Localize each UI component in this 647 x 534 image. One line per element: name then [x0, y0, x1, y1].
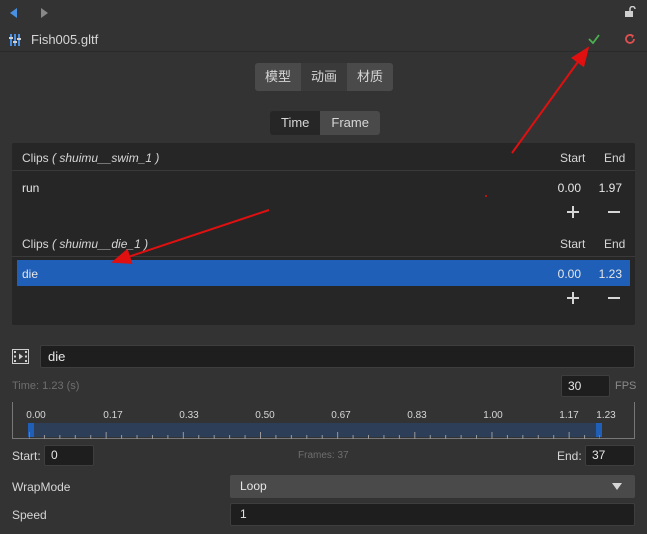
tab-model[interactable]: 模型 — [255, 63, 301, 91]
model-file-icon — [9, 34, 21, 46]
fps-input[interactable]: 30 — [561, 375, 610, 397]
clip-name: run — [22, 181, 40, 195]
timeline-tick-label: 0.33 — [179, 410, 199, 421]
timeline-tick-label: 0.17 — [103, 410, 123, 421]
remove-clip-button[interactable] — [606, 290, 622, 306]
timeline-tick-label: 1.23 — [596, 410, 616, 421]
add-clip-button[interactable] — [565, 204, 581, 220]
time-mode-toggle: Time Frame — [270, 111, 380, 135]
timeline-tick-label: 1.00 — [483, 410, 503, 421]
clip-name: die — [22, 267, 39, 281]
clip-start: 0.00 — [557, 181, 581, 195]
clip-row[interactable]: run 0.00 1.97 — [17, 174, 630, 200]
clip-end: 1.23 — [598, 267, 622, 281]
revert-icon[interactable] — [623, 32, 637, 46]
wrapmode-select[interactable]: Loop — [230, 475, 635, 498]
unlock-icon[interactable] — [624, 6, 636, 18]
timeline-tick-label: 0.67 — [331, 410, 351, 421]
end-column-header: End — [604, 151, 626, 165]
wrapmode-label: WrapMode — [12, 480, 71, 494]
timeline-tick-label: 0.83 — [407, 410, 427, 421]
clip-end: 1.97 — [598, 181, 622, 195]
clip-group-source: ( shuimu__swim_1 ) — [52, 151, 160, 165]
clip-name-input[interactable]: die — [40, 345, 635, 368]
remove-clip-button[interactable] — [606, 204, 622, 220]
annotation-arrow — [511, 46, 590, 154]
timeline-tick-label: 0.50 — [255, 410, 275, 421]
forward-arrow-icon[interactable] — [41, 8, 48, 18]
end-frame-label: End: — [557, 449, 582, 463]
clip-group-label: Clips — [22, 237, 49, 251]
clip-group-label: Clips — [22, 151, 49, 165]
asset-file-name: Fish005.gltf — [31, 32, 99, 47]
speed-input[interactable]: 1 — [230, 503, 635, 526]
end-column-header: End — [604, 237, 626, 251]
timeline-tick-label: 1.17 — [559, 410, 579, 421]
duration-label: Time: 1.23 (s) — [12, 380, 80, 392]
fps-label: FPS — [615, 380, 637, 392]
end-frame-input[interactable]: 37 — [585, 445, 635, 466]
clip-start: 0.00 — [557, 267, 581, 281]
timeline-tick-label: 0.00 — [26, 410, 46, 421]
frame-count-label: Frames: 37 — [298, 450, 349, 461]
start-column-header: Start — [560, 151, 586, 165]
start-column-header: Start — [560, 237, 586, 251]
clip-group-source: ( shuimu__die_1 ) — [52, 237, 149, 251]
time-mode-time[interactable]: Time — [270, 111, 320, 135]
apply-check-icon[interactable] — [586, 31, 602, 47]
speed-label: Speed — [12, 508, 47, 522]
clip-group-header: Clips ( shuimu__die_1 ) Start End — [12, 229, 635, 257]
time-mode-frame[interactable]: Frame — [320, 111, 380, 135]
film-clip-icon — [12, 349, 29, 364]
start-frame-input[interactable]: 0 — [44, 445, 94, 466]
clips-panel: Clips ( shuimu__swim_1 ) Start End run 0… — [12, 143, 635, 325]
clip-row-selected[interactable]: die 0.00 1.23 — [17, 260, 630, 286]
back-arrow-icon[interactable] — [10, 8, 17, 18]
tab-animation[interactable]: 动画 — [301, 63, 348, 91]
start-frame-label: Start: — [12, 449, 41, 463]
wrapmode-value: Loop — [240, 479, 267, 493]
inspector-tabs: 模型 动画 材质 — [255, 63, 394, 91]
tab-material[interactable]: 材质 — [347, 63, 393, 91]
timeline-tick-marks — [29, 432, 600, 439]
add-clip-button[interactable] — [565, 290, 581, 306]
clip-group-header: Clips ( shuimu__swim_1 ) Start End — [12, 143, 635, 171]
dropdown-caret-icon — [612, 483, 622, 490]
